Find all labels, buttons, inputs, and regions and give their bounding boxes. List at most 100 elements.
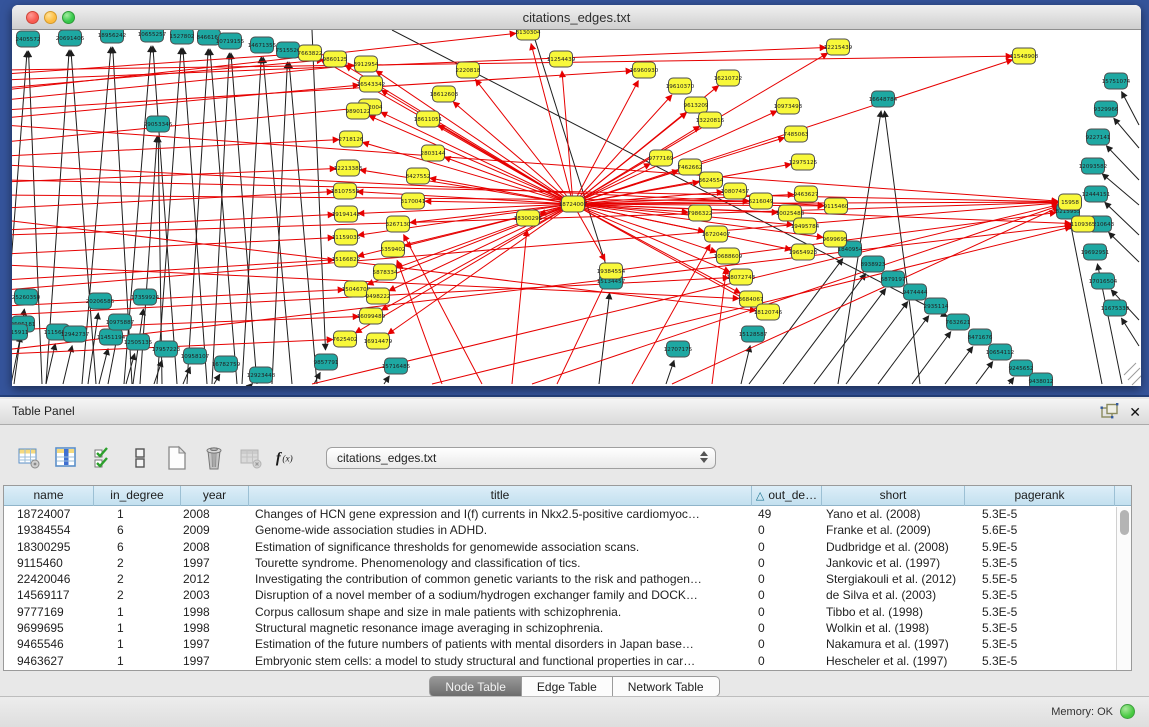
cell-out_de[interactable]: 0 [752,522,822,538]
cell-short[interactable]: Stergiakouli et al. (2012) [822,571,965,587]
table-row[interactable]: 1830029562008Estimation of significance … [4,539,1131,555]
cell-short[interactable]: Jankovic et al. (1997) [822,555,965,571]
cell-name[interactable]: 9463627 [4,653,94,669]
cell-in_degree[interactable]: 2 [94,555,181,571]
cell-short[interactable]: Hescheler et al. (1997) [822,653,965,669]
table-row[interactable]: 1456911722003Disruption of a novel membe… [4,587,1131,603]
cell-out_de[interactable]: 0 [752,636,822,652]
cell-pagerank[interactable]: 5.3E-5 [965,506,1115,522]
cell-title[interactable]: Structural magnetic resonance image aver… [249,620,752,636]
cell-in_degree[interactable]: 1 [94,604,181,620]
cell-year[interactable]: 2003 [181,587,249,603]
column-header-out_de[interactable]: △out_de… [752,486,822,506]
table-row[interactable]: 946554611997Estimation of the future num… [4,636,1131,652]
cell-year[interactable]: 2009 [181,522,249,538]
cell-name[interactable]: 18724007 [4,506,94,522]
cell-out_de[interactable]: 49 [752,506,822,522]
cell-in_degree[interactable]: 1 [94,653,181,669]
cell-out_de[interactable]: 0 [752,555,822,571]
cell-out_de[interactable]: 0 [752,571,822,587]
resize-grip-icon[interactable] [1124,363,1141,385]
function-builder-icon[interactable]: f (x) [275,445,301,471]
cell-out_de[interactable]: 0 [752,587,822,603]
cell-pagerank[interactable]: 5.3E-5 [965,587,1115,603]
show-columns-checklist-icon[interactable] [90,445,116,471]
cell-in_degree[interactable]: 1 [94,620,181,636]
table-row[interactable]: 2242004622012Investigating the contribut… [4,571,1131,587]
cell-short[interactable]: Franke et al. (2009) [822,522,965,538]
cell-year[interactable]: 1997 [181,653,249,669]
cell-name[interactable]: 14569117 [4,587,94,603]
column-header-year[interactable]: year [181,486,249,506]
cell-year[interactable]: 2008 [181,506,249,522]
cell-in_degree[interactable]: 1 [94,506,181,522]
cell-pagerank[interactable]: 5.3E-5 [965,604,1115,620]
cell-short[interactable]: Tibbo et al. (1998) [822,604,965,620]
cell-title[interactable]: Tourette syndrome. Phenomenology and cla… [249,555,752,571]
cell-name[interactable]: 9699695 [4,620,94,636]
cell-out_de[interactable]: 0 [752,604,822,620]
cell-title[interactable]: Estimation of the future numbers of pati… [249,636,752,652]
cell-name[interactable]: 19384554 [4,522,94,538]
cell-title[interactable]: Genome-wide association studies in ADHD. [249,522,752,538]
table-row[interactable]: 969969511998Structural magnetic resonanc… [4,620,1131,636]
column-header-title[interactable]: title [249,486,752,506]
cell-name[interactable]: 9465546 [4,636,94,652]
tab-node-table[interactable]: Node Table [429,676,522,697]
cell-in_degree[interactable]: 2 [94,571,181,587]
create-table-icon[interactable] [164,445,190,471]
cell-title[interactable]: Disruption of a novel member of a sodium… [249,587,752,603]
table-mode-icon[interactable] [16,445,42,471]
column-header-short[interactable]: short [822,486,965,506]
cell-title[interactable]: Changes of HCN gene expression and I(f) … [249,506,752,522]
cell-title[interactable]: Embryonic stem cells: a model to study s… [249,653,752,669]
cell-title[interactable]: Investigating the contribution of common… [249,571,752,587]
cell-title[interactable]: Corpus callosum shape and size in male p… [249,604,752,620]
cell-year[interactable]: 1997 [181,555,249,571]
cell-pagerank[interactable]: 5.9E-5 [965,539,1115,555]
cell-name[interactable]: 9115460 [4,555,94,571]
cell-name[interactable]: 9777169 [4,604,94,620]
network-canvas[interactable]: 2405572206914061895624210655257152780284… [12,30,1141,386]
cell-in_degree[interactable]: 6 [94,522,181,538]
table-row[interactable]: 977716911998Corpus callosum shape and si… [4,604,1131,620]
cell-short[interactable]: Wolkin et al. (1998) [822,620,965,636]
cell-out_de[interactable]: 0 [752,620,822,636]
row-height-icon[interactable] [127,445,153,471]
table-selector-dropdown[interactable]: citations_edges.txt [326,447,716,469]
table-row[interactable]: 946362711997Embryonic stem cells: a mode… [4,653,1131,669]
cell-in_degree[interactable]: 1 [94,636,181,652]
table-row[interactable]: 1872400712008Changes of HCN gene express… [4,506,1131,522]
tab-network-table[interactable]: Network Table [613,676,720,697]
column-header-in_degree[interactable]: in_degree [94,486,181,506]
table-row[interactable]: 1938455462009Genome-wide association stu… [4,522,1131,538]
cell-in_degree[interactable]: 2 [94,587,181,603]
cell-pagerank[interactable]: 5.3E-5 [965,636,1115,652]
cell-pagerank[interactable]: 5.5E-5 [965,571,1115,587]
delete-table-icon[interactable] [201,445,227,471]
cell-short[interactable]: Nakamura et al. (1997) [822,636,965,652]
column-header-name[interactable]: name [4,486,94,506]
cell-short[interactable]: de Silva et al. (2003) [822,587,965,603]
cell-pagerank[interactable]: 5.6E-5 [965,522,1115,538]
cell-name[interactable]: 18300295 [4,539,94,555]
graph-nodes[interactable]: 2405572206914061895624210655257152780284… [12,30,1131,386]
tab-edge-table[interactable]: Edge Table [522,676,613,697]
float-panel-icon[interactable] [1100,403,1119,420]
cell-year[interactable]: 2012 [181,571,249,587]
scrollbar-thumb[interactable] [1120,510,1129,535]
cell-year[interactable]: 1998 [181,604,249,620]
network-window-titlebar[interactable]: citations_edges.txt [12,5,1141,30]
cell-short[interactable]: Dudbridge et al. (2008) [822,539,965,555]
cell-year[interactable]: 2008 [181,539,249,555]
cell-name[interactable]: 22420046 [4,571,94,587]
cell-title[interactable]: Estimation of significance thresholds fo… [249,539,752,555]
cell-pagerank[interactable]: 5.3E-5 [965,555,1115,571]
select-column-icon[interactable] [53,445,79,471]
cell-in_degree[interactable]: 6 [94,539,181,555]
cell-out_de[interactable]: 0 [752,539,822,555]
cell-pagerank[interactable]: 5.3E-5 [965,620,1115,636]
close-panel-icon[interactable]: ✕ [1129,404,1141,420]
cell-out_de[interactable]: 0 [752,653,822,669]
column-header-pagerank[interactable]: pagerank [965,486,1115,506]
